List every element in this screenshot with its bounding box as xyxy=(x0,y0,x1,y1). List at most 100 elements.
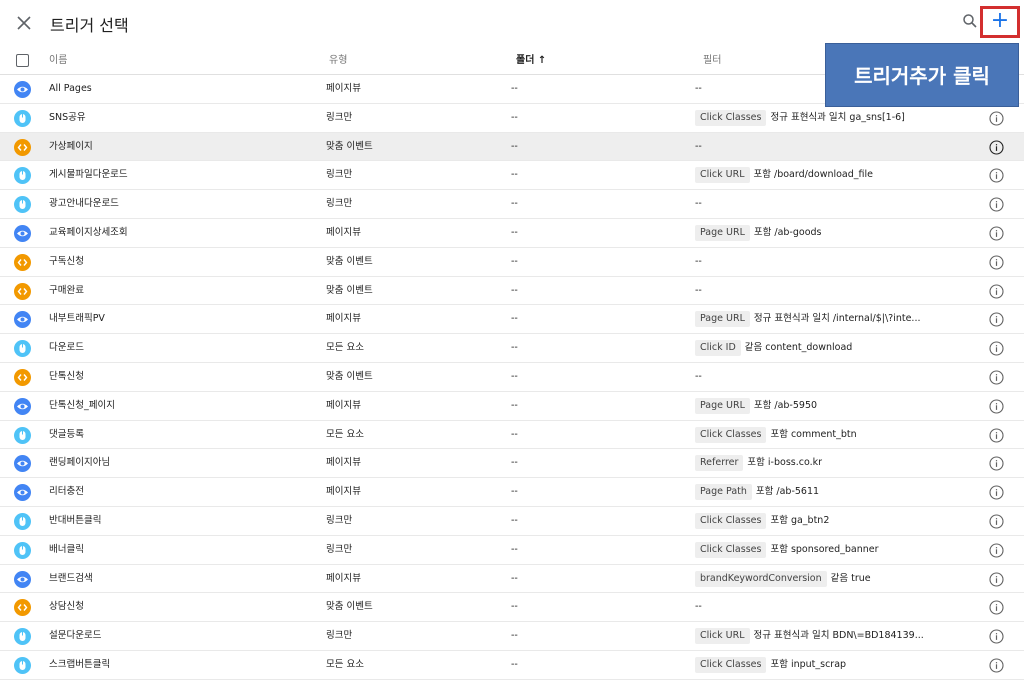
table-row[interactable]: 교육페이지상세조회 페이지뷰 -- Page URL 포함 /ab-goods xyxy=(0,219,1024,248)
filter-variable-chip: Click Classes xyxy=(695,656,767,673)
table-row[interactable]: 게시물파일다운로드 링크만 -- Click URL 포함 /board/down… xyxy=(0,161,1024,191)
trigger-filter: -- xyxy=(695,593,965,621)
trigger-name: 가상페이지 xyxy=(49,140,93,152)
filter-condition: 포함 /ab-5950 xyxy=(753,399,818,411)
trigger-filter: Click Classes 포함 input_scrap xyxy=(695,651,965,679)
annotation-callout: 트리거추가 클릭 xyxy=(825,43,1019,107)
info-icon[interactable] xyxy=(989,456,1004,471)
column-header-name[interactable]: 이름 xyxy=(49,47,67,75)
table-row[interactable]: 단톡신청 맞춤 이벤트 -- -- xyxy=(0,363,1024,392)
search-button[interactable] xyxy=(962,13,982,33)
info-icon[interactable] xyxy=(989,197,1004,212)
table-row[interactable]: 다운로드 모든 요소 -- Click ID 같음 content_downloa… xyxy=(0,334,1024,363)
info-icon[interactable] xyxy=(989,255,1004,270)
table-row[interactable]: 내부트래픽PV 페이지뷰 -- Page URL 정규 표현식과 일치 /inte… xyxy=(0,305,1024,335)
filter-variable-chip: Click Classes xyxy=(695,541,767,558)
trigger-folder: -- xyxy=(511,169,518,181)
click-icon xyxy=(14,541,31,559)
column-header-type[interactable]: 유형 xyxy=(329,47,347,75)
info-icon[interactable] xyxy=(989,370,1004,385)
table-row[interactable]: 스크랩버튼클릭 모든 요소 -- Click Classes 포함 input_s… xyxy=(0,651,1024,680)
trigger-folder: -- xyxy=(511,601,518,613)
custom-event-icon xyxy=(14,282,31,300)
trigger-type: 맞춤 이벤트 xyxy=(326,140,373,152)
trigger-folder: -- xyxy=(511,630,518,642)
filter-condition: 정규 표현식과 일치 ga_sns[1-6] xyxy=(770,111,905,123)
info-icon[interactable] xyxy=(989,168,1004,183)
table-row[interactable]: 댓글등록 모든 요소 -- Click Classes 포함 comment_bt… xyxy=(0,421,1024,450)
trigger-type: 링크만 xyxy=(326,111,353,123)
table-row[interactable]: SNS공유 링크만 -- Click Classes 정규 표현식과 일치 ga_… xyxy=(0,104,1024,133)
trigger-name: 구독신청 xyxy=(49,255,84,267)
table-row[interactable]: 설문다운로드 링크만 -- Click URL 정규 표현식과 일치 BDN\=B… xyxy=(0,622,1024,651)
column-header-folder[interactable]: 폴더 ↑ xyxy=(516,47,546,75)
pageview-icon xyxy=(14,570,31,588)
trigger-name: 상담신청 xyxy=(49,601,84,613)
filter-condition: 포함 sponsored_banner xyxy=(770,543,879,555)
trigger-name: 게시물파일다운로드 xyxy=(49,169,128,181)
info-icon[interactable] xyxy=(989,514,1004,529)
trigger-list: All Pages 페이지뷰 -- -- SNS공유 링크만 -- Click … xyxy=(0,75,1024,680)
close-button[interactable] xyxy=(14,13,34,33)
info-icon[interactable] xyxy=(989,312,1004,327)
filter-condition: 포함 i-boss.co.kr xyxy=(747,457,823,469)
table-row[interactable]: 리터충전 페이지뷰 -- Page Path 포함 /ab-5611 xyxy=(0,478,1024,507)
trigger-folder: -- xyxy=(511,486,518,498)
info-icon[interactable] xyxy=(989,629,1004,644)
info-icon[interactable] xyxy=(989,399,1004,414)
trigger-folder: -- xyxy=(511,83,518,94)
info-icon[interactable] xyxy=(989,600,1004,615)
trigger-name: 내부트래픽PV xyxy=(49,313,105,325)
info-icon[interactable] xyxy=(989,428,1004,443)
trigger-type: 페이지뷰 xyxy=(326,486,361,498)
info-icon[interactable] xyxy=(989,111,1004,126)
filter-variable-chip: Click URL xyxy=(695,628,750,645)
filter-variable-chip: Page Path xyxy=(695,484,752,501)
filter-condition: 포함 /board/download_file xyxy=(753,169,874,181)
table-row[interactable]: 반대버튼클릭 링크만 -- Click Classes 포함 ga_btn2 xyxy=(0,507,1024,536)
info-icon[interactable] xyxy=(989,284,1004,299)
trigger-folder: -- xyxy=(511,428,518,440)
table-row[interactable]: 랜딩페이지아님 페이지뷰 -- Referrer 포함 i-boss.co.kr xyxy=(0,449,1024,479)
trigger-type: 맞춤 이벤트 xyxy=(326,284,373,296)
add-trigger-button[interactable]: + xyxy=(980,6,1020,38)
filter-condition: 같음 true xyxy=(830,572,871,584)
trigger-folder: -- xyxy=(511,198,518,210)
info-icon[interactable] xyxy=(989,658,1004,673)
trigger-folder: -- xyxy=(511,457,518,469)
table-row[interactable]: 상담신청 맞춤 이벤트 -- -- xyxy=(0,593,1024,623)
trigger-type: 모든 요소 xyxy=(326,428,364,440)
info-icon[interactable] xyxy=(989,140,1004,155)
trigger-name: SNS공유 xyxy=(49,111,86,123)
info-icon[interactable] xyxy=(989,226,1004,241)
filter-condition: 포함 comment_btn xyxy=(770,428,857,440)
table-row[interactable]: 광고안내다운로드 링크만 -- -- xyxy=(0,190,1024,219)
trigger-type: 페이지뷰 xyxy=(326,83,361,94)
info-icon[interactable] xyxy=(989,485,1004,500)
table-row[interactable]: 배너클릭 링크만 -- Click Classes 포함 sponsored_ba… xyxy=(0,536,1024,565)
filter-condition: -- xyxy=(695,83,702,94)
table-row[interactable]: 구독신청 맞춤 이벤트 -- -- xyxy=(0,248,1024,277)
table-row[interactable]: 구매완료 맞춤 이벤트 -- -- xyxy=(0,277,1024,306)
trigger-folder: -- xyxy=(511,514,518,526)
table-row[interactable]: 가상페이지 맞춤 이벤트 -- -- xyxy=(0,132,1024,162)
trigger-type: 페이지뷰 xyxy=(326,572,361,584)
trigger-type: 맞춤 이벤트 xyxy=(326,370,373,382)
table-row[interactable]: 단톡신청_페이지 페이지뷰 -- Page URL 포함 /ab-5950 xyxy=(0,392,1024,421)
trigger-filter: Page URL 포함 /ab-5950 xyxy=(695,392,965,420)
trigger-type: 페이지뷰 xyxy=(326,399,361,411)
filter-condition: -- xyxy=(695,284,702,296)
info-icon[interactable] xyxy=(989,543,1004,558)
trigger-type: 링크만 xyxy=(326,169,353,181)
filter-variable-chip: Referrer xyxy=(695,455,744,472)
trigger-type: 페이지뷰 xyxy=(326,457,361,469)
trigger-name: 배너클릭 xyxy=(49,543,84,555)
trigger-name: 스크랩버튼클릭 xyxy=(49,658,111,670)
trigger-type: 링크만 xyxy=(326,630,353,642)
info-icon[interactable] xyxy=(989,571,1004,587)
info-icon[interactable] xyxy=(989,341,1004,356)
filter-condition: -- xyxy=(695,370,702,382)
table-row[interactable]: 브랜드검색 페이지뷰 -- brandKeywordConversion 같음 t… xyxy=(0,565,1024,594)
trigger-folder: -- xyxy=(511,399,518,411)
select-all-checkbox[interactable] xyxy=(16,54,29,67)
